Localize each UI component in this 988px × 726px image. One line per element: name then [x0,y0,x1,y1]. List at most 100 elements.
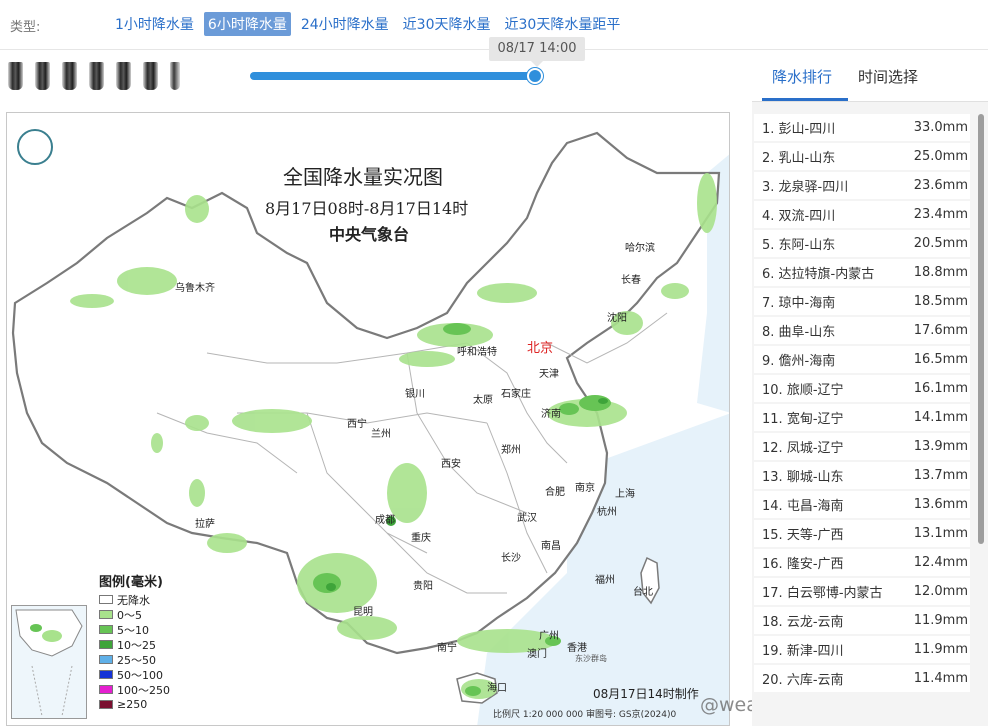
tab-precip-ranking[interactable]: 降水排行 [772,66,832,87]
frame-thumb-icon[interactable] [62,62,77,90]
city-label: 西安 [441,459,461,470]
frame-thumb-icon[interactable] [89,62,104,90]
ranking-station: 天等-广西 [786,528,844,543]
ranking-number: 6. [762,267,775,282]
ranking-row[interactable]: 1. 彭山-四川 33.0mm [754,114,970,141]
ranking-number: 3. [762,180,775,195]
legend-swatch [99,700,113,709]
ranking-value: 13.9mm [913,439,968,454]
ranking-panel: 降水排行 时间选择 1. 彭山-四川 33.0mm 2. 乳山-山东 25.0mm 3.… [752,56,988,726]
frame-thumb-icon[interactable] [143,62,158,90]
ranking-row[interactable]: 9. 儋州-海南 16.5mm [754,346,970,373]
city-label: 重庆 [411,533,431,544]
ranking-station: 双流-四川 [778,209,836,224]
ranking-value: 14.1mm [913,410,968,425]
city-label: 太原 [473,395,493,406]
ranking-row[interactable]: 14. 屯昌-海南 13.6mm [754,491,970,518]
legend-item: 100～250 [99,682,191,697]
city-label: 沈阳 [607,313,627,324]
ranking-row[interactable]: 18. 云龙-云南 11.9mm [754,607,970,634]
tab-time-select[interactable]: 时间选择 [858,66,918,87]
legend-label: 25～50 [117,653,156,667]
ranking-label: 17. 白云鄂博-内蒙古 [762,582,883,601]
ranking-label: 12. 凤城-辽宁 [762,437,844,456]
ranking-row[interactable]: 8. 曲阜-山东 17.6mm [754,317,970,344]
tab-30d-anomaly[interactable]: 近30天降水量距平 [501,12,625,36]
frame-thumb-icon[interactable] [170,62,180,90]
ranking-label: 13. 聊城-山东 [762,466,844,485]
ranking-number: 18. [762,615,783,630]
cma-logo-icon [17,129,53,165]
ranking-value: 16.5mm [913,352,968,367]
ranking-row[interactable]: 20. 六库-云南 11.4mm [754,665,970,692]
city-label: 南宁 [437,643,457,654]
ranking-station: 白云鄂博-内蒙古 [786,586,883,601]
ranking-row[interactable]: 16. 隆安-广西 12.4mm [754,549,970,576]
city-label: 郑州 [501,445,521,456]
time-slider-tooltip: 08/17 14:00 [489,37,585,67]
legend-label: 0～5 [117,608,142,622]
legend-swatch [99,640,113,649]
ranking-row[interactable]: 7. 琼中-海南 18.5mm [754,288,970,315]
city-label: 天津 [539,369,559,380]
legend-item: 无降水 [99,592,191,607]
ranking-station: 琼中-海南 [778,296,836,311]
ranking-label: 15. 天等-广西 [762,524,844,543]
capital-label: 北京 [527,341,554,356]
ranking-value: 18.8mm [913,265,968,280]
tab-30d-precip[interactable]: 近30天降水量 [399,12,495,36]
ranking-number: 8. [762,325,775,340]
ranking-row[interactable]: 19. 新津-四川 11.9mm [754,636,970,663]
ranking-row[interactable]: 2. 乳山-山东 25.0mm [754,143,970,170]
ranking-number: 2. [762,151,775,166]
ranking-label: 6. 达拉特旗-内蒙古 [762,263,874,282]
tab-6h-precip[interactable]: 6小时降水量 [203,12,291,36]
city-label: 海口 [487,683,507,694]
city-label: 上海 [615,489,635,500]
legend-swatch [99,610,113,619]
legend-swatch [99,625,113,634]
legend-swatch [99,595,113,604]
tab-24h-precip[interactable]: 24小时降水量 [297,12,393,36]
ranking-scrollbar[interactable] [978,114,984,544]
ranking-row[interactable]: 15. 天等-广西 13.1mm [754,520,970,547]
frame-strip [8,62,180,90]
ranking-label: 7. 琼中-海南 [762,292,835,311]
ranking-row[interactable]: 12. 凤城-辽宁 13.9mm [754,433,970,460]
ranking-station: 曲阜-山东 [778,325,836,340]
ranking-value: 13.1mm [913,526,968,541]
ranking-row[interactable]: 3. 龙泉驿-四川 23.6mm [754,172,970,199]
ranking-row[interactable]: 17. 白云鄂博-内蒙古 12.0mm [754,578,970,605]
map-subtitle: 8月17日08时-8月17日14时 [265,199,469,218]
city-label: 乌鲁木齐 [175,283,215,294]
legend-label: 10～25 [117,638,156,652]
ranking-row[interactable]: 10. 旅顺-辽宁 16.1mm [754,375,970,402]
time-slider-track[interactable] [250,72,538,80]
city-label: 杭州 [597,507,617,518]
ranking-value: 23.6mm [913,178,968,193]
frame-thumb-icon[interactable] [116,62,131,90]
ranking-row[interactable]: 13. 聊城-山东 13.7mm [754,462,970,489]
city-label: 南京 [575,483,595,494]
city-label: 拉萨 [195,519,215,530]
city-label: 银川 [405,389,425,400]
ranking-station: 云龙-云南 [786,615,844,630]
ranking-row[interactable]: 11. 宽甸-辽宁 14.1mm [754,404,970,431]
frame-thumb-icon[interactable] [8,62,23,90]
precip-map[interactable]: 全国降水量实况图 8月17日08时-8月17日14时 中央气象台 乌鲁木齐 哈尔… [6,112,730,726]
tab-1h-precip[interactable]: 1小时降水量 [111,12,198,36]
ranking-station: 新津-四川 [786,644,844,659]
city-label: 呼和浩特 [457,347,497,358]
ranking-row[interactable]: 6. 达拉特旗-内蒙古 18.8mm [754,259,970,286]
ranking-row[interactable]: 5. 东阿-山东 20.5mm [754,230,970,257]
ranking-value: 23.4mm [913,207,968,222]
time-slider-handle[interactable] [527,68,543,84]
legend-label: ≥250 [117,698,148,711]
type-tabs: 1小时降水量 6小时降水量 24小时降水量 近30天降水量 近30天降水量距平 [111,12,624,36]
ranking-label: 5. 东阿-山东 [762,234,835,253]
ranking-value: 25.0mm [913,149,968,164]
city-label: 成都 [375,515,395,526]
ranking-row[interactable]: 4. 双流-四川 23.4mm [754,201,970,228]
frame-thumb-icon[interactable] [35,62,50,90]
legend-item: 25～50 [99,652,191,667]
